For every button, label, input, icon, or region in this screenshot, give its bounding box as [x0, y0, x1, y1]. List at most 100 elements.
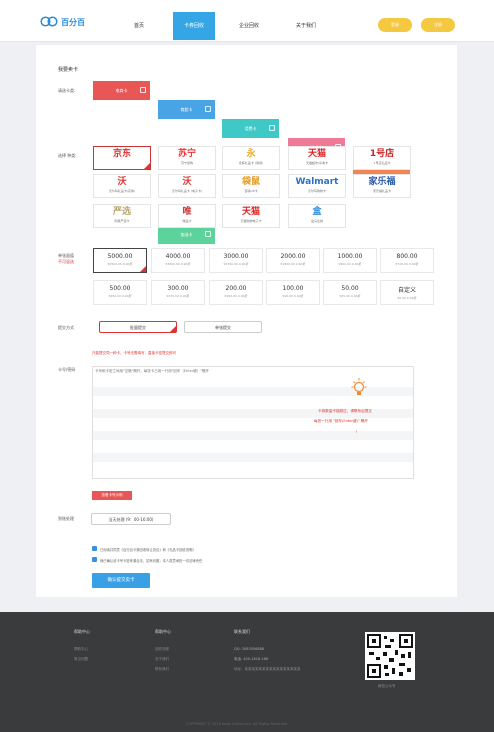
brand-option[interactable]: 京东 — [93, 146, 151, 170]
footer-link[interactable]: 回收流程 — [155, 647, 169, 652]
example-button[interactable]: 查看卡号示例 — [92, 491, 132, 500]
amount-option[interactable]: 自定义 ¥0.00 0.90折 — [380, 280, 434, 305]
brand-logo: 沃 — [182, 177, 192, 187]
footer-col1-title: 帮助中心 — [74, 629, 90, 634]
brand-option[interactable]: 袋鼠百联OK卡 — [222, 174, 280, 198]
mode-batch-text: 批量提交 — [130, 325, 146, 330]
amount-value: 2000.00 — [280, 253, 306, 260]
brand-logo: 袋鼠 — [241, 177, 260, 187]
lightbulb-icon — [351, 378, 367, 395]
brand-label: 选择 种类: — [58, 153, 77, 158]
brand-logo: 唯 — [182, 207, 192, 217]
amount-option[interactable]: 500.00 ¥450.00 0.90折 — [93, 280, 147, 305]
brand-name: 唯品卡 — [182, 219, 192, 223]
brand-logo: 沃 — [117, 177, 127, 187]
amount-value: 1000.00 — [337, 253, 363, 260]
brand-option[interactable]: 永永辉礼品卡 (通用) — [222, 146, 280, 170]
footer-link[interactable]: 帮助中心 — [74, 647, 88, 652]
brand-name: 家乐福礼品卡 — [372, 189, 391, 193]
brand-name: 网易严选卡 — [114, 219, 130, 223]
nav-about[interactable]: 关于我们 — [285, 12, 327, 40]
footer-link[interactable]: 常见问题 — [74, 657, 88, 662]
brand-option[interactable]: 1号店 1号店礼品卡 — [353, 146, 411, 170]
amount-option[interactable]: 200.00 ¥180.00 0.90折 — [209, 280, 263, 305]
brand-option[interactable]: 家乐福 家乐福礼品卡 — [353, 174, 411, 198]
footer-link[interactable]: 关于我们 — [155, 657, 169, 662]
brand-name: 百联OK卡 — [244, 189, 258, 193]
cardno-label: 卡号/密码 — [58, 367, 76, 372]
amount-price: ¥4500.00 0.90折 — [107, 262, 133, 266]
amount-value: 800.00 — [396, 253, 418, 260]
card-type-label-text: 电商卡 — [115, 87, 128, 93]
card-type-label-text: 加油卡 — [180, 231, 193, 237]
card-type-supermarket[interactable]: 商超卡 — [158, 100, 215, 119]
footer-qq: QQ: 3083056888 — [234, 647, 265, 651]
card-type-label-text: 商超卡 — [180, 106, 193, 112]
agree-text-1[interactable]: 已阅读并同意《百分百卡券回收转让协议》和《礼品卡回收说明》 — [100, 547, 196, 552]
footer-link[interactable]: 联系我们 — [155, 667, 169, 672]
brand-option[interactable]: Walmart 沃尔玛购物卡 — [288, 174, 346, 198]
amount-price: ¥1800.00 0.90折 — [280, 262, 306, 266]
amount-option[interactable]: 1000.00 ¥900.00 0.90折 — [323, 248, 377, 273]
brand-name: 沃尔玛礼品卡(实体) — [108, 189, 136, 193]
warning-text: 只能提交同一种卡，卡号无需填写，直接卡密提交即可 — [92, 351, 176, 355]
hint-line-3: ! — [356, 430, 358, 434]
nav-enterprise[interactable]: 企业回收 — [228, 12, 270, 40]
amount-option[interactable]: 3000.00 ¥2700.00 0.90折 — [209, 248, 263, 273]
amount-option[interactable]: 5000.00 ¥4500.00 0.90折 — [93, 248, 147, 273]
amount-price: ¥2700.00 0.90折 — [223, 262, 249, 266]
section-title: 我要卖卡 — [58, 67, 79, 73]
mode-batch-option[interactable]: 批量提交 — [99, 321, 177, 333]
brand-name: 1号店礼品卡 — [373, 161, 391, 165]
amount-option[interactable]: 50.00 ¥45.00 0.90折 — [323, 280, 377, 305]
amount-value: 自定义 — [397, 287, 416, 294]
logo-icon[interactable] — [40, 16, 58, 27]
card-type-ecommerce[interactable]: 电商卡 — [93, 81, 150, 100]
card-type-phone[interactable]: 话费卡 — [222, 119, 279, 138]
amount-option[interactable]: 300.00 ¥270.00 0.90折 — [151, 280, 205, 305]
brand-option[interactable]: 唯唯品卡 — [158, 204, 216, 228]
amount-price: ¥450.00 0.90折 — [108, 294, 132, 298]
logo-text[interactable]: 百分百 — [61, 17, 85, 28]
footer-phone: 电话: 400-1818-166 — [234, 657, 269, 661]
brand-option[interactable]: 天猫 天猫购物电子卡 — [222, 204, 280, 228]
amount-price: ¥90.00 0.90折 — [282, 294, 304, 298]
brand-logo: 家乐福 — [368, 177, 396, 187]
time-select[interactable]: 当天处理 (9：00-16:00) — [91, 513, 171, 525]
amount-option[interactable]: 800.00 ¥720.00 0.90折 — [380, 248, 434, 273]
mode-single-option[interactable]: 单张提交 — [184, 321, 262, 333]
agree-checkbox-1[interactable] — [92, 546, 97, 551]
agree-checkbox-2[interactable] — [92, 557, 97, 562]
nav-home[interactable]: 首页 — [118, 12, 160, 40]
amount-value: 3000.00 — [223, 253, 249, 260]
brand-name: 永辉礼品卡 (通用) — [238, 161, 264, 165]
selected-corner-icon — [140, 266, 146, 272]
brand-option[interactable]: 严选 网易严选卡 — [93, 204, 151, 228]
amount-option[interactable]: 4000.00 ¥3600.00 0.90折 — [151, 248, 205, 273]
selected-corner-icon — [144, 163, 150, 169]
nav-card-recycle[interactable]: 卡券回收 — [173, 12, 215, 40]
brand-option[interactable]: 盒盒马生鲜 — [288, 204, 346, 228]
brand-logo: 苏宁 — [177, 149, 196, 159]
amount-price: ¥180.00 0.90折 — [224, 294, 248, 298]
agree-text-2[interactable]: 我已确认该卡号卡密来源合法，如有问题，本人愿意承担一切法律责任 — [100, 558, 202, 563]
card-type-label-text: 话费卡 — [244, 125, 257, 131]
footer-col3-title: 联系我们 — [234, 629, 250, 634]
brand-option[interactable]: 沃沃尔玛礼品卡(实体) — [93, 174, 151, 198]
footer-address: 地址：某某某某某某某某某某某某某某某某 — [234, 667, 301, 671]
amount-price: ¥3600.00 0.90折 — [165, 262, 191, 266]
card-type-label: 请选卡类: — [58, 88, 76, 93]
brand-option[interactable]: 苏宁 苏宁易购 — [158, 146, 216, 170]
hint-line-1: 卡券数量不能超过，请联系后提交 — [318, 409, 372, 413]
brand-logo: 盒 — [312, 207, 322, 217]
brand-option[interactable]: 天猫 天猫超市/享淘卡 — [288, 146, 346, 170]
brand-option[interactable]: 沃沃尔玛礼品卡 (电子卡) — [158, 174, 216, 198]
amount-price: ¥45.00 0.90折 — [339, 294, 361, 298]
brand-logo: 天猫 — [241, 207, 260, 217]
confirm-submit-button[interactable]: 确认提交卖卡 — [92, 573, 150, 588]
amount-option[interactable]: 2000.00 ¥1800.00 0.90折 — [266, 248, 320, 273]
login-button[interactable]: 登录 — [378, 18, 412, 32]
register-button[interactable]: 注册 — [421, 18, 455, 32]
amount-option[interactable]: 100.00 ¥90.00 0.90折 — [266, 280, 320, 305]
amount-value: 50.00 — [341, 285, 359, 292]
